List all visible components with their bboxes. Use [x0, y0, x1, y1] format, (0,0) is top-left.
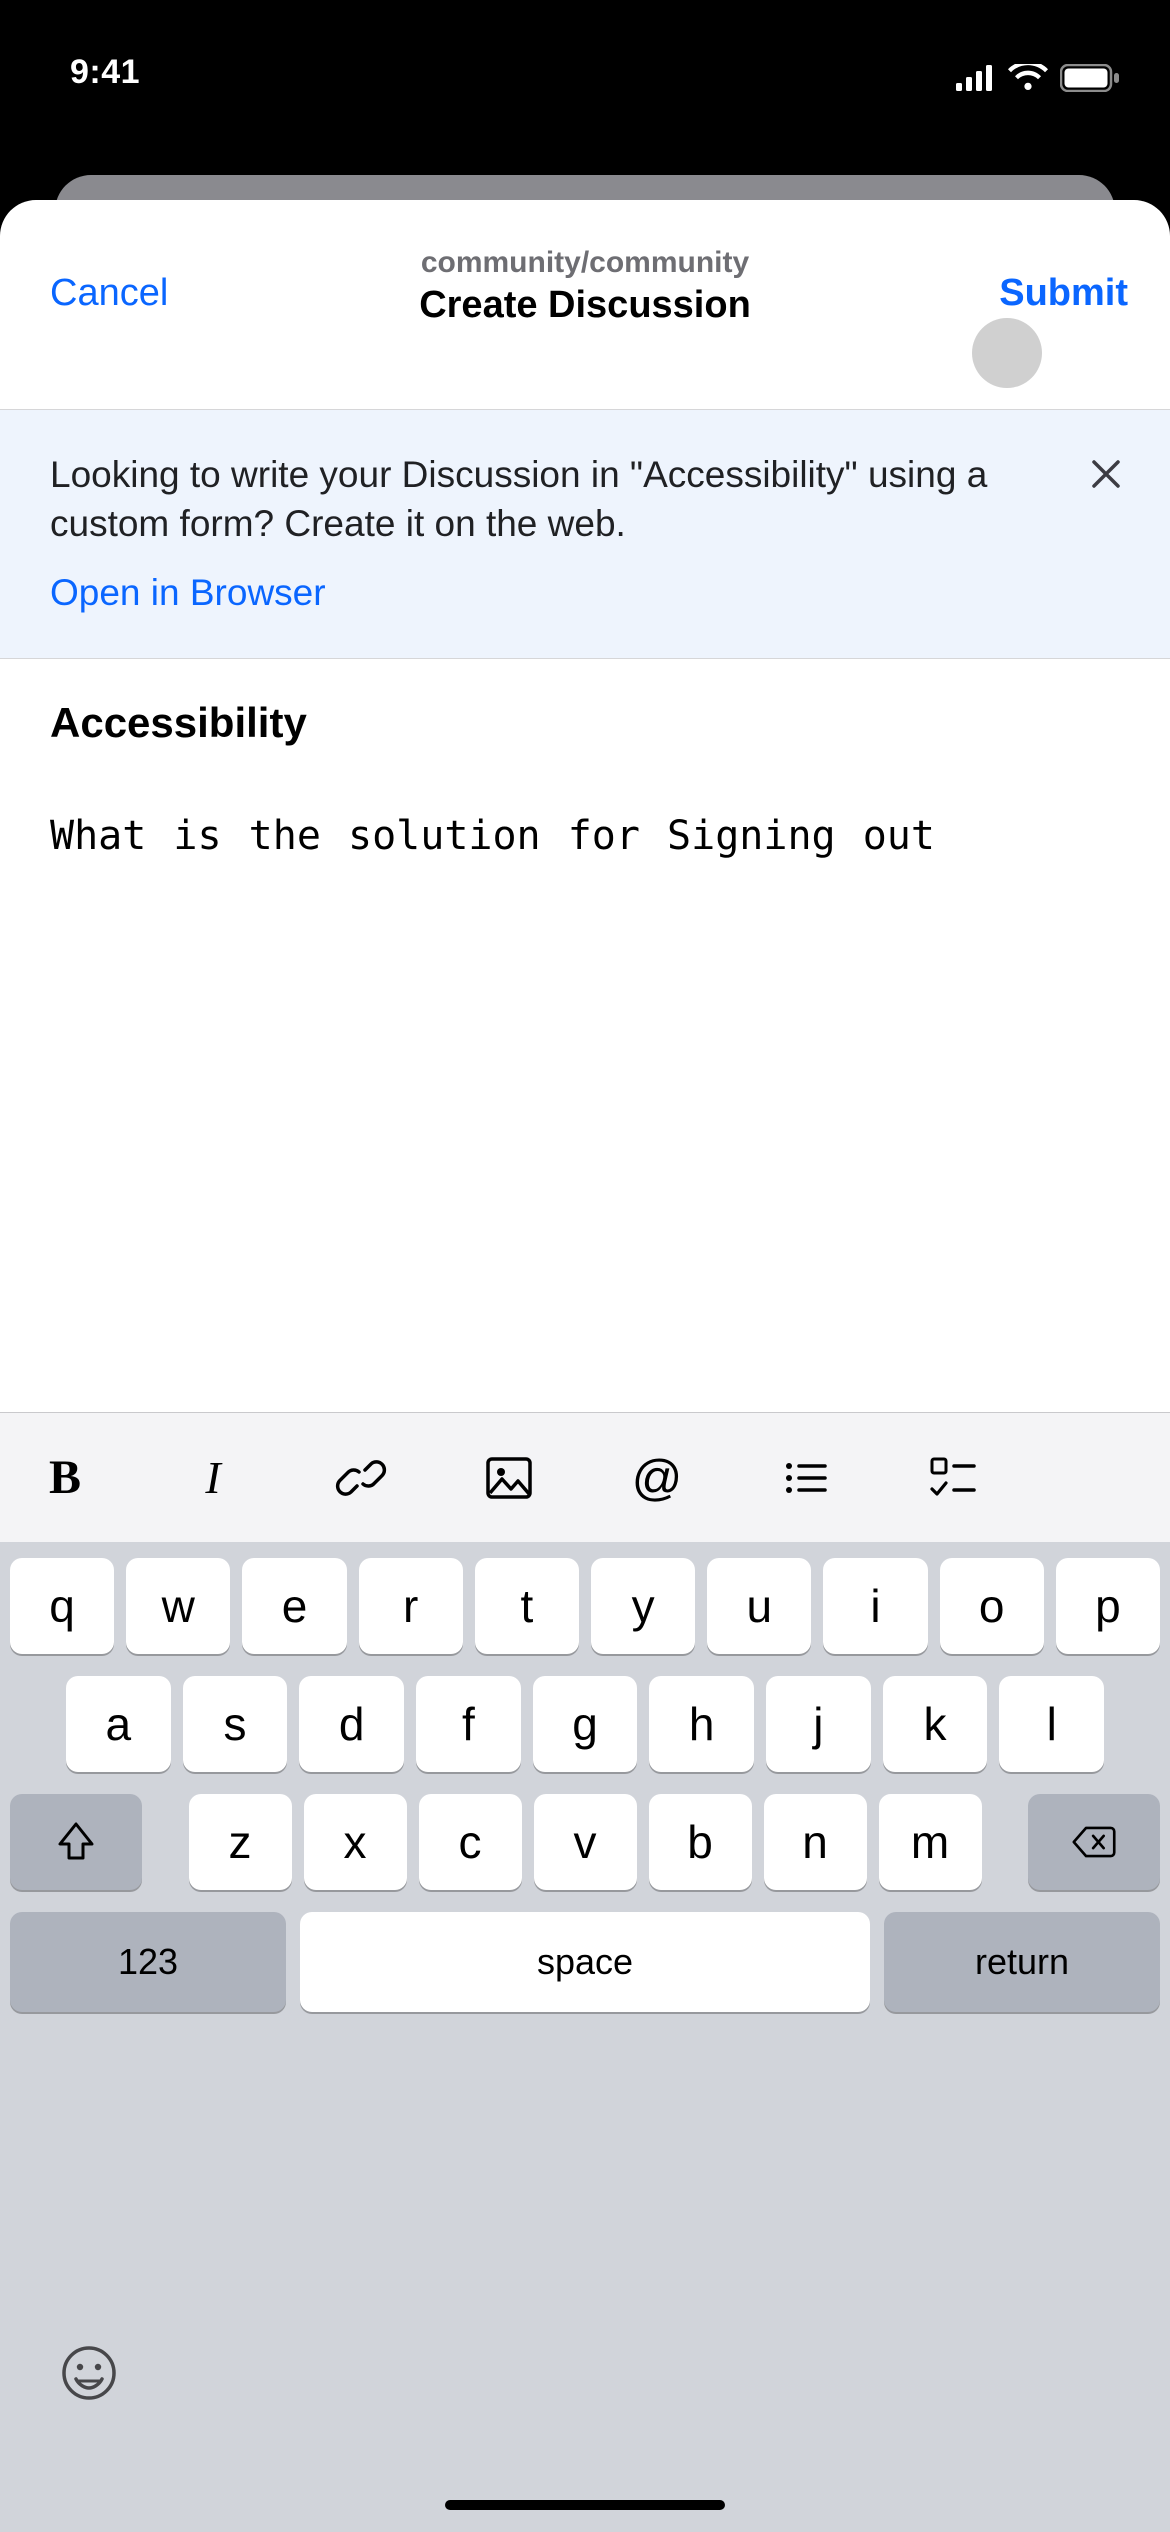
banner-text: Looking to write your Discussion in "Acc… — [50, 450, 1120, 548]
key-q[interactable]: q — [10, 1558, 114, 1654]
key-l[interactable]: l — [999, 1676, 1104, 1772]
keyboard: qwertyuiop asdfghjkl zxcvbnm 123 space r… — [0, 1542, 1170, 2532]
key-d[interactable]: d — [299, 1676, 404, 1772]
image-button[interactable] — [474, 1443, 544, 1513]
status-time: 9:41 — [70, 53, 140, 92]
mention-button[interactable]: @ — [622, 1443, 692, 1513]
editor-area[interactable]: Accessibility What is the solution for S… — [0, 659, 1170, 1412]
backspace-icon — [1072, 1820, 1116, 1864]
key-p[interactable]: p — [1056, 1558, 1160, 1654]
key-n[interactable]: n — [764, 1794, 867, 1890]
key-x[interactable]: x — [304, 1794, 407, 1890]
key-u[interactable]: u — [707, 1558, 811, 1654]
status-bar: 9:41 — [0, 0, 1170, 100]
close-icon — [1088, 456, 1124, 492]
key-y[interactable]: y — [591, 1558, 695, 1654]
keyboard-row-4: 123 space return — [10, 1912, 1160, 2012]
link-button[interactable] — [326, 1443, 396, 1513]
image-icon — [484, 1453, 534, 1503]
banner-close-button[interactable] — [1082, 450, 1130, 498]
key-b[interactable]: b — [649, 1794, 752, 1890]
italic-button[interactable]: I — [178, 1443, 248, 1513]
shift-icon — [54, 1820, 98, 1864]
home-indicator[interactable] — [445, 2500, 725, 2510]
key-o[interactable]: o — [940, 1558, 1044, 1654]
link-icon — [335, 1452, 387, 1504]
task-list-icon — [928, 1453, 978, 1503]
header-titles: community/community Create Discussion — [0, 246, 1170, 327]
key-h[interactable]: h — [649, 1676, 754, 1772]
task-list-button[interactable] — [918, 1443, 988, 1513]
create-discussion-sheet: Cancel community/community Create Discus… — [0, 200, 1170, 2532]
key-e[interactable]: e — [242, 1558, 346, 1654]
wifi-icon — [1008, 64, 1048, 92]
discussion-body-input[interactable]: What is the solution for Signing out — [50, 807, 1120, 865]
bullet-list-icon — [781, 1454, 829, 1502]
submit-button[interactable]: Submit — [999, 272, 1128, 315]
key-i[interactable]: i — [823, 1558, 927, 1654]
key-f[interactable]: f — [416, 1676, 521, 1772]
key-c[interactable]: c — [419, 1794, 522, 1890]
header-context: community/community — [0, 246, 1170, 280]
emoji-icon — [60, 2344, 118, 2402]
open-in-browser-link[interactable]: Open in Browser — [50, 572, 326, 614]
return-key[interactable]: return — [884, 1912, 1160, 2012]
key-w[interactable]: w — [126, 1558, 230, 1654]
key-a[interactable]: a — [66, 1676, 171, 1772]
custom-form-banner: Looking to write your Discussion in "Acc… — [0, 410, 1170, 659]
keyboard-row-3: zxcvbnm — [10, 1794, 1160, 1890]
key-v[interactable]: v — [534, 1794, 637, 1890]
numbers-key[interactable]: 123 — [10, 1912, 286, 2012]
key-r[interactable]: r — [359, 1558, 463, 1654]
key-s[interactable]: s — [183, 1676, 288, 1772]
backspace-key[interactable] — [1028, 1794, 1160, 1890]
touch-indicator — [972, 318, 1042, 388]
space-key[interactable]: space — [300, 1912, 870, 2012]
category-heading: Accessibility — [50, 699, 1120, 747]
key-j[interactable]: j — [766, 1676, 871, 1772]
sheet-header: Cancel community/community Create Discus… — [0, 200, 1170, 410]
bullet-list-button[interactable] — [770, 1443, 840, 1513]
keyboard-row-1: qwertyuiop — [10, 1558, 1160, 1654]
key-m[interactable]: m — [879, 1794, 982, 1890]
bold-button[interactable]: B — [30, 1443, 100, 1513]
cellular-icon — [956, 65, 996, 91]
battery-icon — [1060, 64, 1120, 92]
key-t[interactable]: t — [475, 1558, 579, 1654]
key-z[interactable]: z — [189, 1794, 292, 1890]
keyboard-row-2: asdfghjkl — [10, 1676, 1160, 1772]
status-icons — [956, 64, 1120, 92]
format-toolbar: B I @ — [0, 1412, 1170, 1542]
emoji-key[interactable] — [60, 2344, 118, 2402]
shift-key[interactable] — [10, 1794, 142, 1890]
key-k[interactable]: k — [883, 1676, 988, 1772]
key-g[interactable]: g — [533, 1676, 638, 1772]
